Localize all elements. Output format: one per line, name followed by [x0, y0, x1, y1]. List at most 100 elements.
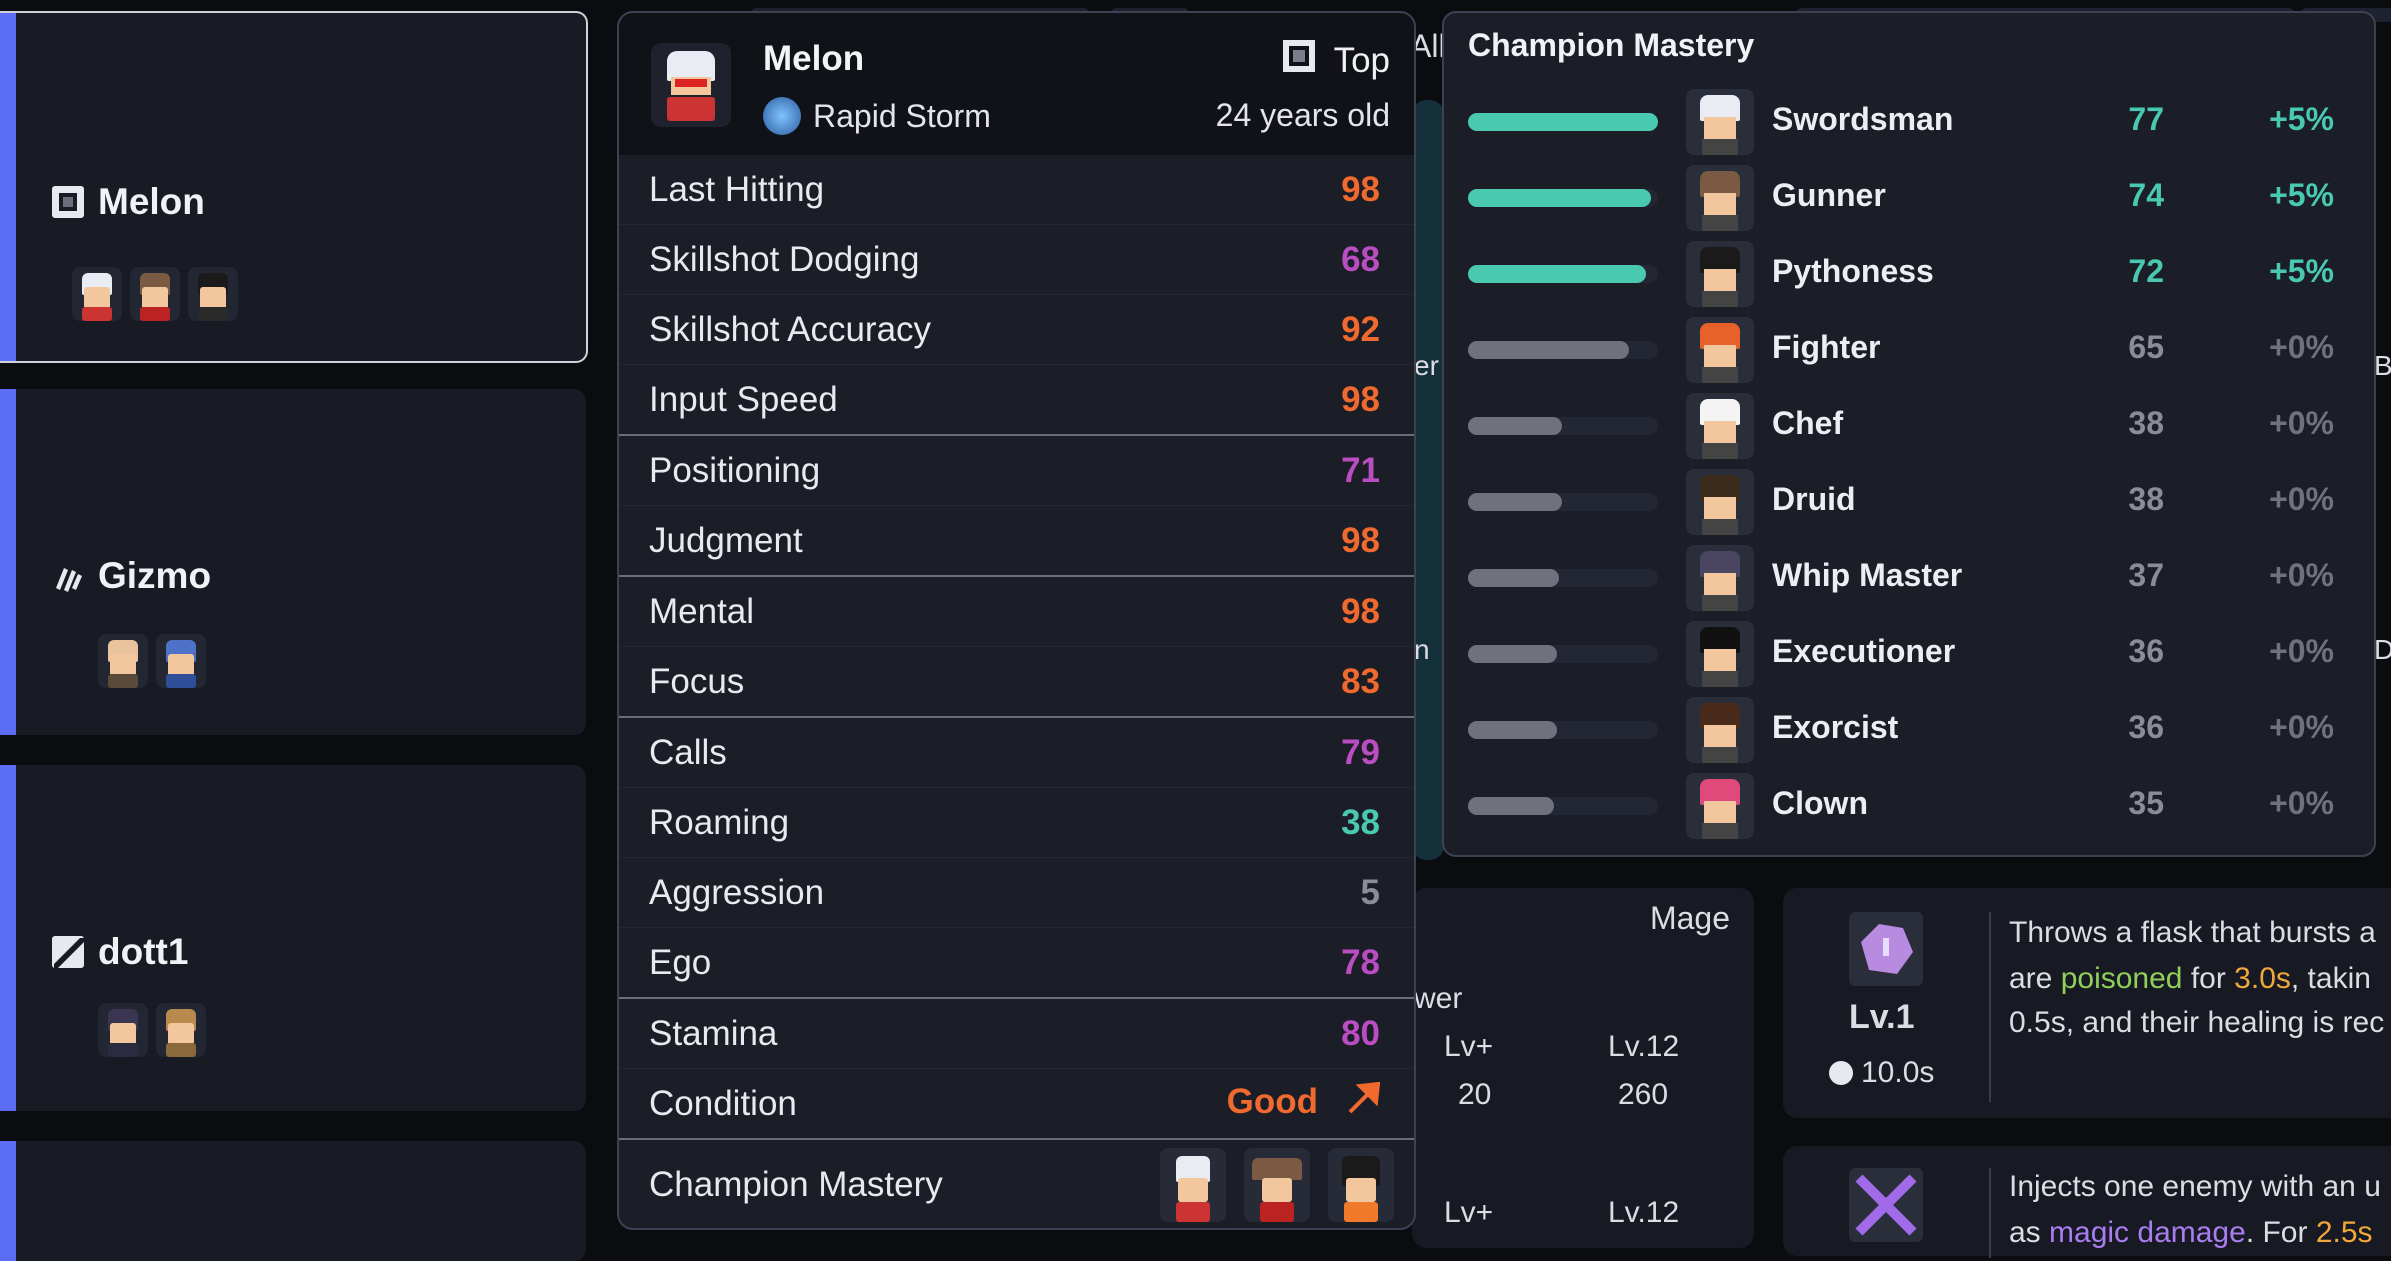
- rapid-storm-square-icon: [50, 184, 86, 220]
- player-champion-avatars: [98, 634, 206, 688]
- fighter-avatar: [156, 1003, 206, 1057]
- mastery-level: 72: [2128, 253, 2164, 289]
- champion-name: Fighter: [1772, 329, 1881, 365]
- player-name: dott1: [98, 931, 189, 972]
- mastery-level: 35: [2128, 785, 2164, 821]
- gunner-portrait: [1686, 165, 1754, 231]
- card-accent-stripe: [0, 389, 16, 735]
- chef-portrait: [1686, 393, 1754, 459]
- executioner-portrait: [1686, 621, 1754, 687]
- player-card-melon[interactable]: Melon: [0, 11, 588, 363]
- cooldown-clock-icon: [1829, 1061, 1853, 1085]
- stat-value: 98: [1341, 591, 1380, 631]
- champion-name: Exorcist: [1772, 709, 1899, 745]
- mastery-bar-fill: [1468, 341, 1629, 359]
- mastery-bar: [1468, 189, 1658, 207]
- stat-value: 80: [1341, 1013, 1380, 1053]
- mastery-row[interactable]: Whip Master 37 +0%: [1444, 539, 2374, 615]
- player-champion-avatars: [72, 267, 238, 321]
- lv12-header-2: Lv.12: [1608, 1196, 1680, 1229]
- champion-name: Pythoness: [1772, 253, 1934, 289]
- player-card-dott1[interactable]: dott1: [0, 765, 586, 1111]
- skill-card-1: Lv.1 10.0s Throws a flask that bursts a …: [1783, 888, 2391, 1118]
- popup-champion-mastery-row[interactable]: Champion Mastery: [619, 1140, 1414, 1228]
- mastery-row[interactable]: Fighter 65 +0%: [1444, 311, 2374, 387]
- stat-value: 98: [1341, 379, 1380, 419]
- exorcist-portrait: [1686, 697, 1754, 763]
- mastery-row[interactable]: Chef 38 +0%: [1444, 387, 2374, 463]
- champion-name: Whip Master: [1772, 557, 1963, 593]
- mastery-bonus: +5%: [2269, 101, 2334, 137]
- mastery-bar: [1468, 797, 1658, 815]
- stat-label: Skillshot Dodging: [649, 239, 920, 279]
- mastery-row[interactable]: Clown 35 +0%: [1444, 767, 2374, 843]
- stat-label: Aggression: [649, 872, 825, 912]
- stat-label: Focus: [649, 661, 745, 701]
- mastery-bar-fill: [1468, 189, 1651, 207]
- mastery-bar: [1468, 493, 1658, 511]
- stat-row: Last Hitting 98: [619, 155, 1414, 225]
- power-label: wer: [1414, 982, 1463, 1015]
- champion-name: Executioner: [1772, 633, 1956, 669]
- mastery-level: 36: [2128, 633, 2164, 669]
- stat-row: Condition Good: [619, 1069, 1414, 1140]
- mastery-bonus: +0%: [2269, 481, 2334, 517]
- stat-value: 38: [1341, 802, 1380, 842]
- stats-list: Last Hitting 98 Skillshot Dodging 68 Skillsh…: [619, 155, 1414, 1140]
- champion-mastery-label: Champion Mastery: [649, 1165, 943, 1204]
- mastery-level: 65: [2128, 329, 2164, 365]
- mastery-panel-title: Champion Mastery: [1468, 27, 1755, 63]
- top-champion-icons: [1160, 1148, 1394, 1222]
- cooldown-value: 10.0s: [1861, 1056, 1935, 1089]
- champion-stats-panel: Mage wer Lv+ Lv.12 20 260 Lv+ Lv.12: [1412, 888, 1754, 1248]
- mastery-bar-fill: [1468, 113, 1658, 131]
- pythoness-portrait: [1686, 241, 1754, 307]
- mastery-row[interactable]: Gunner 74 +5%: [1444, 159, 2374, 235]
- mage-avatar: [156, 634, 206, 688]
- diagonal-slash-icon: [50, 934, 86, 970]
- stat-row: Skillshot Dodging 68: [619, 225, 1414, 295]
- lv12-header: Lv.12: [1608, 1030, 1680, 1063]
- champion-name: Chef: [1772, 405, 1844, 441]
- mastery-bonus: +0%: [2269, 405, 2334, 441]
- popup-header: Melon Rapid Storm Top 24 years old: [619, 13, 1414, 155]
- stat-label: Roaming: [649, 802, 790, 842]
- stat-label: Condition: [649, 1083, 797, 1123]
- mastery-row[interactable]: Druid 38 +0%: [1444, 463, 2374, 539]
- partial-label-n: n: [1414, 634, 1430, 665]
- mastery-level: 38: [2128, 405, 2164, 441]
- player-card-gizmo[interactable]: Gizmo: [0, 389, 586, 735]
- stat-label: Mental: [649, 591, 755, 631]
- skill-desc-line-2: are poisoned for 3.0s, takin: [2009, 962, 2371, 995]
- mastery-bar-fill: [1468, 645, 1557, 663]
- player-name-row: Melon: [50, 181, 205, 223]
- mastery-bar: [1468, 265, 1658, 283]
- card-accent-stripe: [0, 1141, 16, 1261]
- mastery-row[interactable]: Executioner 36 +0%: [1444, 615, 2374, 691]
- skill-cooldown: 10.0s: [1829, 1056, 1934, 1090]
- partial-label-er: er: [1414, 350, 1439, 381]
- champion-name: Gunner: [1772, 177, 1886, 213]
- pythoness-icon: [1328, 1148, 1394, 1222]
- skill-card-2: Injects one enemy with an u as magic dam…: [1783, 1146, 2391, 1258]
- stat-row: Calls 79: [619, 718, 1414, 788]
- popup-position-label: Top: [1333, 40, 1390, 80]
- mastery-level: 37: [2128, 557, 2164, 593]
- champion-name: Clown: [1772, 785, 1868, 821]
- mastery-row[interactable]: Pythoness 72 +5%: [1444, 235, 2374, 311]
- mastery-row[interactable]: Exorcist 36 +0%: [1444, 691, 2374, 767]
- mastery-bar: [1468, 113, 1658, 131]
- skill-level: Lv.1: [1849, 998, 1915, 1036]
- monk-avatar: [98, 634, 148, 688]
- skill-desc-line-1: Throws a flask that bursts a: [2009, 916, 2376, 949]
- mastery-bar-fill: [1468, 493, 1562, 511]
- mastery-level: 38: [2128, 481, 2164, 517]
- poison-flask-icon: [1849, 912, 1923, 986]
- swordsman-avatar: [72, 267, 122, 321]
- mastery-bonus: +0%: [2269, 329, 2334, 365]
- player-card-partial[interactable]: [0, 1141, 586, 1261]
- mastery-bonus: +0%: [2269, 557, 2334, 593]
- stat-label: Ego: [649, 942, 712, 982]
- mastery-row[interactable]: Swordsman 77 +5%: [1444, 83, 2374, 159]
- mastery-bar-fill: [1468, 797, 1554, 815]
